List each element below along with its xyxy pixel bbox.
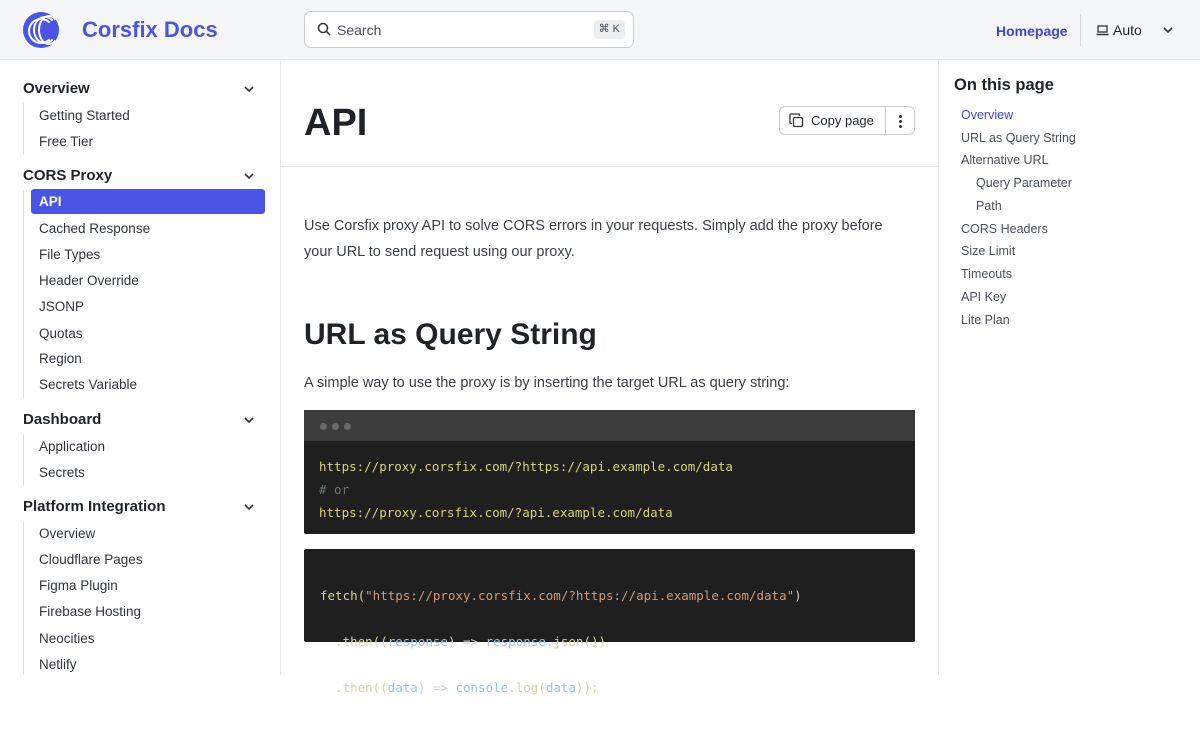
search-input[interactable]: Search ⌘ K: [304, 11, 634, 48]
chevron-down-icon[interactable]: [243, 501, 255, 513]
sidebar-item-cached-response[interactable]: Cached Response: [31, 216, 265, 241]
code-line: https://proxy.corsfix.com/?api.example.c…: [319, 505, 673, 520]
code-block-titlebar: [304, 410, 915, 441]
more-options-button[interactable]: [885, 106, 915, 135]
code-block[interactable]: fetch("https://proxy.corsfix.com/?https:…: [304, 549, 915, 695]
sidebar-item-application[interactable]: Application: [31, 434, 265, 459]
window-dot: [320, 423, 327, 430]
page-title: API: [304, 102, 368, 144]
intro-line: Use Corsfix proxy API to solve CORS erro…: [304, 218, 883, 234]
sidebar-item-getting-started[interactable]: Getting Started: [31, 103, 265, 128]
toc-item-alternative-url[interactable]: Alternative URL: [961, 153, 1049, 167]
code-line: https://proxy.corsfix.com/?https://api.e…: [319, 459, 733, 474]
chevron-down-icon[interactable]: [243, 414, 255, 426]
code-token: ));: [575, 680, 599, 695]
sidebar-item-overview[interactable]: Overview: [31, 521, 265, 546]
search-placeholder: Search: [337, 22, 382, 38]
code-comment: # or: [319, 482, 350, 497]
code-block[interactable]: https://proxy.corsfix.com/?https://api.e…: [304, 410, 915, 534]
sidebar-item-api[interactable]: API: [31, 189, 265, 214]
copy-page-button[interactable]: Copy page: [779, 106, 886, 135]
code-token: ) =>: [417, 680, 456, 695]
section-guide-line: [23, 103, 24, 155]
toc-item-cors-headers[interactable]: CORS Headers: [961, 222, 1048, 236]
code-token: console: [455, 680, 509, 695]
sidebar-item-region[interactable]: Region: [31, 346, 265, 371]
top-header: Corsfix Docs Search ⌘ K Homepage Auto: [0, 0, 1200, 60]
section-guide-line: [23, 521, 24, 675]
theme-selector[interactable]: Auto: [1096, 22, 1142, 38]
toc-title: On this page: [954, 76, 1054, 94]
code-token: "https://proxy.corsfix.com/?https://api.…: [365, 588, 795, 603]
code-token: .then((: [320, 634, 388, 649]
content-divider: [938, 61, 939, 675]
chevron-down-icon[interactable]: [1162, 24, 1174, 36]
toc-item-overview[interactable]: Overview: [961, 108, 1013, 122]
sidebar-item-secrets[interactable]: Secrets: [31, 460, 265, 485]
sidebar-section-dashboard[interactable]: Dashboard: [23, 411, 101, 428]
code-token: .then((: [320, 680, 388, 695]
toc-item-timeouts[interactable]: Timeouts: [961, 267, 1012, 281]
code-token: .json()): [545, 634, 607, 649]
sidebar-item-quotas[interactable]: Quotas: [31, 321, 265, 346]
sidebar-item-header-override[interactable]: Header Override: [31, 268, 265, 293]
sidebar-item-cloudflare-pages[interactable]: Cloudflare Pages: [31, 547, 265, 572]
corsfix-logo-icon[interactable]: [23, 12, 59, 48]
sidebar-item-file-types[interactable]: File Types: [31, 242, 265, 267]
laptop-icon: [1096, 24, 1109, 35]
toc-item-size-limit[interactable]: Size Limit: [961, 244, 1015, 258]
more-dot: [899, 125, 902, 128]
toc-item-query-parameter[interactable]: Query Parameter: [976, 176, 1072, 190]
code-lines: fetch("https://proxy.corsfix.com/?https:…: [320, 561, 802, 745]
code-token: data: [545, 680, 576, 695]
code-line: fetch("https://proxy.corsfix.com/?https:…: [320, 584, 802, 607]
section-paragraph: A simple way to use the proxy is by inse…: [304, 375, 790, 391]
toc-item-url-as-query-string[interactable]: URL as Query String: [961, 131, 1076, 145]
theme-label: Auto: [1113, 22, 1142, 38]
code-token: response: [387, 634, 448, 649]
code-token: fetch(: [320, 588, 366, 603]
chevron-down-icon[interactable]: [243, 83, 255, 95]
intro-line: your URL to send request using our proxy…: [304, 244, 575, 260]
toc-item-path[interactable]: Path: [976, 199, 1002, 213]
sidebar: Overview Getting Started Free Tier CORS …: [0, 61, 281, 675]
copy-page-label: Copy page: [811, 113, 874, 128]
intro-paragraph: Use Corsfix proxy API to solve CORS erro…: [304, 213, 924, 265]
sidebar-section-platform-integration[interactable]: Platform Integration: [23, 498, 166, 515]
sidebar-item-neocities[interactable]: Neocities: [31, 626, 265, 651]
toc-item-api-key[interactable]: API Key: [961, 290, 1006, 304]
sidebar-section-cors-proxy[interactable]: CORS Proxy: [23, 167, 112, 184]
code-line: .then((data) => console.log(data));: [320, 676, 802, 699]
sidebar-item-free-tier[interactable]: Free Tier: [31, 129, 265, 154]
window-dot: [344, 423, 351, 430]
toc-item-lite-plan[interactable]: Lite Plan: [961, 313, 1010, 327]
brand-title[interactable]: Corsfix Docs: [82, 17, 218, 43]
code-token: .log(: [508, 680, 546, 695]
homepage-link[interactable]: Homepage: [996, 23, 1068, 39]
search-icon: [317, 22, 331, 36]
sidebar-item-netlify[interactable]: Netlify: [31, 652, 265, 677]
header-divider: [1080, 14, 1081, 46]
title-divider: [281, 166, 938, 167]
sidebar-section-overview[interactable]: Overview: [23, 80, 90, 97]
code-lines: https://proxy.corsfix.com/?https://api.e…: [319, 455, 733, 524]
code-token: ) =>: [447, 634, 486, 649]
window-dot: [332, 423, 339, 430]
code-token: response: [485, 634, 546, 649]
section-guide-line: [23, 434, 24, 486]
section-guide-line: [23, 190, 24, 399]
code-token: data: [387, 680, 418, 695]
copy-icon: [789, 113, 804, 128]
search-shortcut-badge: ⌘ K: [593, 20, 625, 39]
section-heading: URL as Query String: [304, 318, 597, 351]
sidebar-item-figma-plugin[interactable]: Figma Plugin: [31, 573, 265, 598]
sidebar-item-secrets-variable[interactable]: Secrets Variable: [31, 372, 265, 397]
sidebar-item-jsonp[interactable]: JSONP: [31, 294, 265, 319]
chevron-down-icon[interactable]: [243, 170, 255, 182]
code-token: ): [794, 588, 802, 603]
code-line: .then((response) => response.json()): [320, 630, 802, 653]
sidebar-item-firebase-hosting[interactable]: Firebase Hosting: [31, 599, 265, 624]
more-dot: [899, 115, 902, 118]
more-dot: [899, 120, 902, 123]
